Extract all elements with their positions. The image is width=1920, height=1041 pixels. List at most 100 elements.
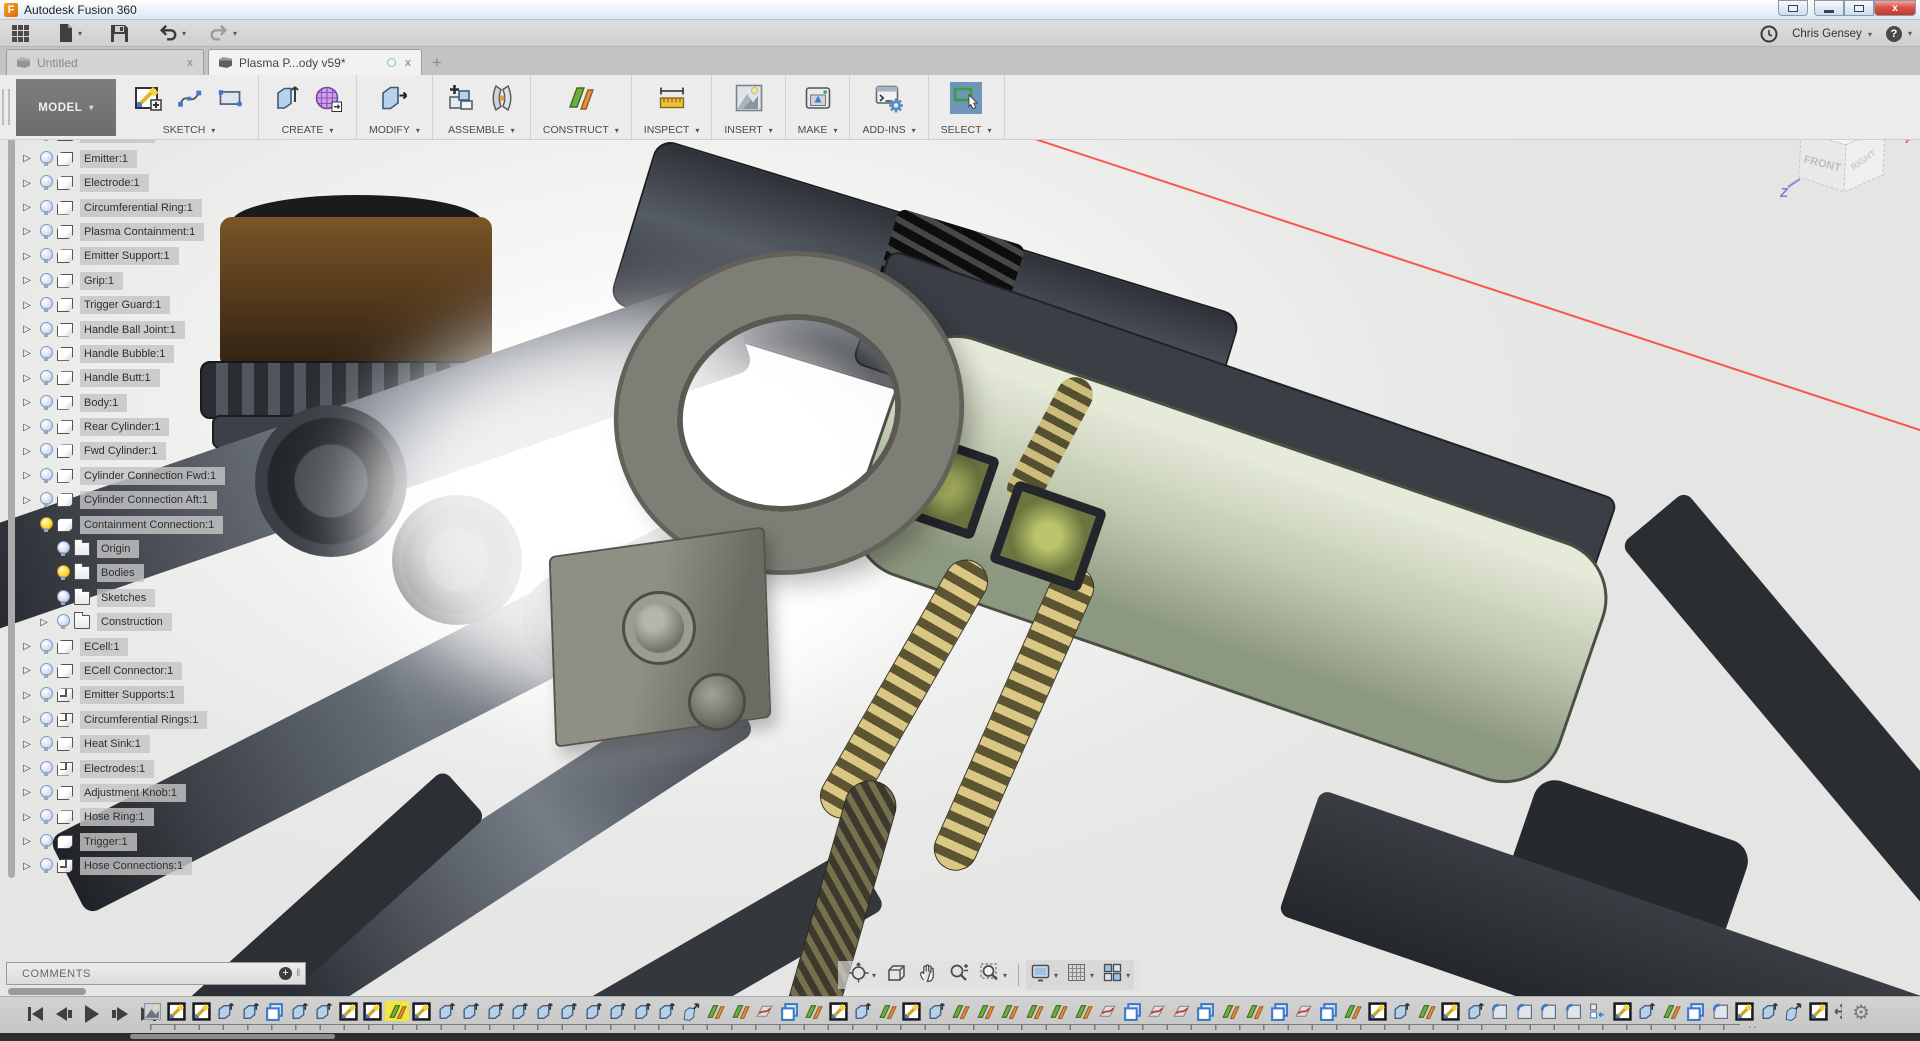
- browser-item-handle-bubble-1[interactable]: ▷ Handle Bubble:1: [20, 344, 225, 364]
- timeline-feature-extrude[interactable]: [510, 1001, 530, 1021]
- browser-item-electrode-1[interactable]: ▷Electrode:1: [20, 173, 225, 193]
- layout-window-button[interactable]: [1778, 0, 1808, 16]
- timeline-feature-plane[interactable]: [706, 1001, 726, 1021]
- ribbon-group-label[interactable]: INSERT▾: [724, 124, 772, 136]
- timeline-feature-plane[interactable]: [1000, 1001, 1020, 1021]
- timeline-feature-copy[interactable]: [1196, 1001, 1216, 1021]
- browser-item-body-1[interactable]: ▷Body:1: [20, 393, 225, 413]
- browser-item-label[interactable]: Handle Bubble:1: [80, 345, 174, 363]
- timeline-feature-align[interactable]: [1588, 1001, 1608, 1021]
- visibility-bulb-icon[interactable]: [39, 687, 52, 703]
- browser-item-label[interactable]: Containment Connection:1: [80, 516, 223, 534]
- visibility-bulb-icon[interactable]: [39, 273, 52, 289]
- browser-item-hose-connections-1[interactable]: ▷ Hose Connections:1: [20, 856, 225, 876]
- browser-item-label[interactable]: Emitter Support:1: [80, 247, 179, 265]
- timeline-feature-extrude[interactable]: [534, 1001, 554, 1021]
- timeline-feature-extrude[interactable]: [1465, 1001, 1485, 1021]
- visibility-bulb-icon[interactable]: [39, 663, 52, 679]
- timeline-feature-plane[interactable]: [1220, 1001, 1240, 1021]
- timeline-feature-canvas[interactable]: [142, 1001, 162, 1021]
- browser-item-cylinder-connection-aft-1[interactable]: ▷Cylinder Connection Aft:1: [20, 490, 225, 510]
- expand-arrow-icon[interactable]: ▷: [20, 787, 34, 798]
- ribbon-group-label[interactable]: ASSEMBLE▾: [448, 124, 515, 136]
- browser-item-label[interactable]: Bodies: [97, 564, 144, 582]
- browser-item-label[interactable]: Circumferential Ring:1: [80, 199, 202, 217]
- browser-item-fwd-cylinder-1[interactable]: ▷Fwd Cylinder:1: [20, 441, 225, 461]
- display-settings-button[interactable]: ▾: [1026, 960, 1062, 990]
- timeline-feature-extrude[interactable]: [632, 1001, 652, 1021]
- timeline-feature-move[interactable]: [1784, 1001, 1804, 1021]
- timeline-feature-copy[interactable]: [779, 1001, 799, 1021]
- window-zoom-button[interactable]: ▾: [975, 960, 1011, 990]
- browser-item-label[interactable]: Origin: [97, 540, 139, 558]
- browser-item-heat-sink-1[interactable]: ▷Heat Sink:1: [20, 734, 225, 754]
- tab-untitled[interactable]: Untitled x: [6, 49, 204, 75]
- expand-arrow-icon[interactable]: ▷: [20, 202, 34, 213]
- attached-canvas-icon[interactable]: [733, 82, 765, 114]
- ribbon-group-label[interactable]: MAKE▾: [798, 124, 838, 136]
- browser-item-ecell-connector-1[interactable]: ▷ECell Connector:1: [20, 661, 225, 681]
- expand-arrow-icon[interactable]: ▷: [20, 178, 34, 189]
- measure-icon[interactable]: [656, 82, 688, 114]
- timeline-feature-plane[interactable]: [1661, 1001, 1681, 1021]
- browser-item-label[interactable]: Body:1: [80, 394, 127, 412]
- expand-arrow-icon[interactable]: ▷: [20, 861, 34, 872]
- visibility-bulb-icon[interactable]: [56, 590, 69, 606]
- orbit-button[interactable]: ▾: [844, 960, 880, 990]
- browser-item-emitter-1[interactable]: ▷Emitter:1: [20, 149, 225, 169]
- plane-large-icon[interactable]: [565, 82, 597, 114]
- timeline-feature-extrude[interactable]: [485, 1001, 505, 1021]
- close-tab-icon[interactable]: x: [187, 57, 193, 69]
- timeline-go-to-start-button[interactable]: [28, 1007, 43, 1021]
- expand-arrow-icon[interactable]: ▷: [20, 373, 34, 384]
- expand-arrow-icon[interactable]: ▷: [20, 348, 34, 359]
- browser-item-containment-connection-1[interactable]: ◢ Containment Connection:1: [20, 515, 225, 535]
- expand-arrow-icon[interactable]: ▷: [20, 714, 34, 725]
- browser-item-handle-butt-1[interactable]: ▷Handle Butt:1: [20, 368, 225, 388]
- visibility-bulb-icon[interactable]: [39, 443, 52, 459]
- timeline-feature-move[interactable]: [681, 1001, 701, 1021]
- timeline-play-button[interactable]: [85, 1005, 99, 1023]
- panel-scrollbar[interactable]: [8, 988, 86, 995]
- timeline-feature-sketch[interactable]: [1441, 1001, 1461, 1021]
- visibility-bulb-icon[interactable]: [39, 468, 52, 484]
- timeline-feature-project[interactable]: [755, 1001, 775, 1021]
- expand-arrow-icon[interactable]: ▷: [20, 275, 34, 286]
- expand-arrow-icon[interactable]: ▷: [20, 739, 34, 750]
- tab-plasma-pistol[interactable]: Plasma P...ody v59* x: [208, 49, 422, 75]
- timeline-feature-fillet[interactable]: [1490, 1001, 1510, 1021]
- ribbon-group-label[interactable]: MODIFY▾: [369, 124, 420, 136]
- browser-item-sketches[interactable]: ▷Sketches: [37, 588, 225, 608]
- timeline-feature-plane[interactable]: [1049, 1001, 1069, 1021]
- viewports-button[interactable]: ▾: [1098, 960, 1134, 990]
- collapse-arrow-icon[interactable]: ◢: [20, 519, 34, 530]
- timeline-step-forward-button[interactable]: [112, 1007, 128, 1021]
- visibility-bulb-icon[interactable]: [39, 761, 52, 777]
- ribbon-group-label[interactable]: SKETCH▾: [163, 124, 216, 136]
- file-menu-button[interactable]: ▾: [51, 21, 88, 45]
- browser-item-label[interactable]: Emitter:1: [80, 150, 137, 168]
- browser-item-trigger-1[interactable]: ▷Trigger:1: [20, 832, 225, 852]
- expand-arrow-icon[interactable]: ▷: [20, 446, 34, 457]
- timeline-feature-plane[interactable]: [1073, 1001, 1093, 1021]
- timeline-feature-plane[interactable]: [730, 1001, 750, 1021]
- browser-item-label[interactable]: Electrodes:1: [80, 760, 154, 778]
- timeline-feature-extrude[interactable]: [436, 1001, 456, 1021]
- visibility-bulb-icon[interactable]: [39, 858, 52, 874]
- browser-item-construction[interactable]: ▷Construction: [37, 612, 225, 632]
- ribbon-group-label[interactable]: SELECT▾: [941, 124, 992, 136]
- timeline-feature-copy[interactable]: [1318, 1001, 1338, 1021]
- browser-item-label[interactable]: Hose Connections:1: [80, 857, 192, 875]
- browser-item-plasma-containment-1[interactable]: ▷Plasma Containment:1: [20, 222, 225, 242]
- browser-item-label[interactable]: Handle Ball Joint:1: [80, 321, 185, 339]
- timeline-feature-sketch[interactable]: [338, 1001, 358, 1021]
- timeline-ruler[interactable]: [150, 1024, 1740, 1030]
- visibility-bulb-icon[interactable]: [39, 639, 52, 655]
- timeline-feature-fillet[interactable]: [1710, 1001, 1730, 1021]
- timeline-feature-extrude[interactable]: [608, 1001, 628, 1021]
- timeline-feature-extrude[interactable]: [657, 1001, 677, 1021]
- browser-scrollbar[interactable]: [8, 98, 15, 878]
- visibility-bulb-icon[interactable]: [39, 395, 52, 411]
- timeline-feature-project[interactable]: [1098, 1001, 1118, 1021]
- browser-item-label[interactable]: Rear Cylinder:1: [80, 418, 169, 436]
